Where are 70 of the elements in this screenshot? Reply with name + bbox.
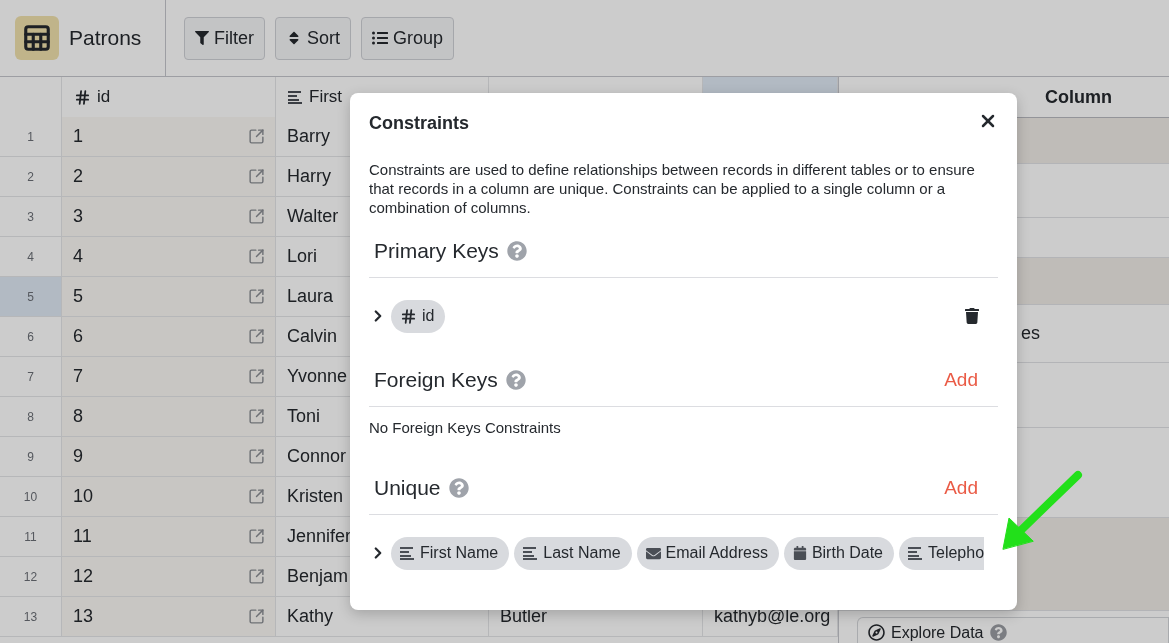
open-record-icon[interactable] <box>248 408 265 425</box>
open-record-icon[interactable] <box>248 248 265 265</box>
open-record-icon[interactable] <box>248 608 265 625</box>
help-icon[interactable] <box>448 478 469 498</box>
id-cell: 9 <box>62 437 276 477</box>
text-lines-icon <box>400 546 415 560</box>
id-cell: 10 <box>62 477 276 517</box>
list-icon <box>372 30 388 46</box>
envelope-icon <box>645 545 661 561</box>
hash-icon <box>74 88 91 106</box>
text-lines-icon <box>523 546 539 560</box>
open-record-icon[interactable] <box>248 368 265 385</box>
help-icon[interactable] <box>989 624 1007 641</box>
column-chip: First Name <box>391 536 510 570</box>
open-record-icon[interactable] <box>248 288 265 305</box>
calendar-icon <box>792 546 807 560</box>
trash-icon[interactable] <box>964 308 980 324</box>
row-number[interactable]: 2 <box>0 157 62 197</box>
id-cell: 5 <box>62 277 276 317</box>
row-number[interactable]: 6 <box>0 317 62 357</box>
add-link[interactable]: Add <box>944 477 978 499</box>
filter-icon <box>195 31 209 45</box>
compass-icon <box>868 624 885 641</box>
column-chip: Birth Date <box>783 536 894 570</box>
row-number[interactable]: 7 <box>0 357 62 397</box>
id-cell: 3 <box>62 197 276 237</box>
toolbar-button[interactable]: Group <box>361 16 455 60</box>
add-link[interactable]: Add <box>944 369 978 391</box>
id-cell: 7 <box>62 357 276 397</box>
row-number[interactable]: 4 <box>0 237 62 277</box>
row-number[interactable]: 9 <box>0 437 62 477</box>
open-record-icon[interactable] <box>248 488 265 505</box>
help-icon[interactable] <box>505 370 526 390</box>
help-icon[interactable] <box>506 241 527 261</box>
text-lines-icon <box>288 90 303 104</box>
id-cell: 6 <box>62 317 276 357</box>
row-number[interactable]: 11 <box>0 517 62 557</box>
table-name: Patrons <box>69 26 142 50</box>
id-cell: 11 <box>62 517 276 557</box>
id-cell: 12 <box>62 557 276 597</box>
open-record-icon[interactable] <box>248 448 265 465</box>
column-chip: id <box>391 299 446 333</box>
explore-data-panel[interactable]: Explore Data <box>857 617 1169 643</box>
row-number[interactable]: 5 <box>0 277 62 317</box>
open-record-icon[interactable] <box>248 328 265 345</box>
text-lines-icon <box>908 546 923 560</box>
id-cell: 8 <box>62 397 276 437</box>
open-record-icon[interactable] <box>248 128 265 145</box>
column-chip: Telepho <box>899 536 985 570</box>
id-cell: 13 <box>62 597 276 637</box>
row-number[interactable]: 12 <box>0 557 62 597</box>
open-record-icon[interactable] <box>248 208 265 225</box>
table-icon <box>22 23 52 53</box>
open-record-icon[interactable] <box>248 168 265 185</box>
row-number[interactable]: 1 <box>0 117 62 157</box>
row-number[interactable]: 8 <box>0 397 62 437</box>
column-chip: Last Name <box>514 536 632 570</box>
row-number[interactable]: 13 <box>0 597 62 637</box>
toolbar-button[interactable]: Sort <box>275 16 351 60</box>
row-number[interactable]: 3 <box>0 197 62 237</box>
hash-icon <box>400 307 417 325</box>
open-record-icon[interactable] <box>248 528 265 545</box>
toolbar-button[interactable]: Filter <box>184 16 265 60</box>
row-number[interactable]: 10 <box>0 477 62 517</box>
column-chip: Email Address <box>636 536 779 570</box>
id-cell: 4 <box>62 237 276 277</box>
id-cell: 2 <box>62 157 276 197</box>
id-cell: 1 <box>62 117 276 157</box>
section-heading: Unique <box>374 476 441 500</box>
open-record-icon[interactable] <box>248 568 265 585</box>
